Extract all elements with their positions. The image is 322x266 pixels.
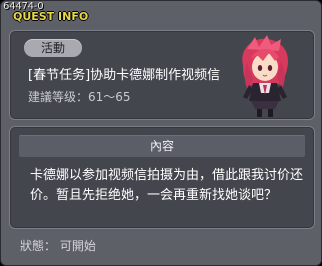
content-section-header: 內容 (19, 135, 305, 157)
window-title: QUEST INFO (13, 10, 89, 23)
quest-type-badge: 活動 (24, 39, 82, 57)
recommended-level: 建議等级：61～65 (28, 90, 131, 104)
npc-portrait-icon (242, 35, 289, 117)
quest-info-window: 64474-0 QUEST INFO 活動 [春节任务]协助卡德娜制作视频信 建… (0, 0, 322, 266)
quest-description: 卡德娜以参加视频信拍摄为由，借此跟我讨价还价。暂且先拒绝她，一会再重新找她谈吧？ (30, 168, 304, 203)
quest-status: 狀態： 可開始 (20, 239, 96, 253)
quest-name: [春节任务]协助卡德娜制作视频信 (28, 68, 221, 83)
